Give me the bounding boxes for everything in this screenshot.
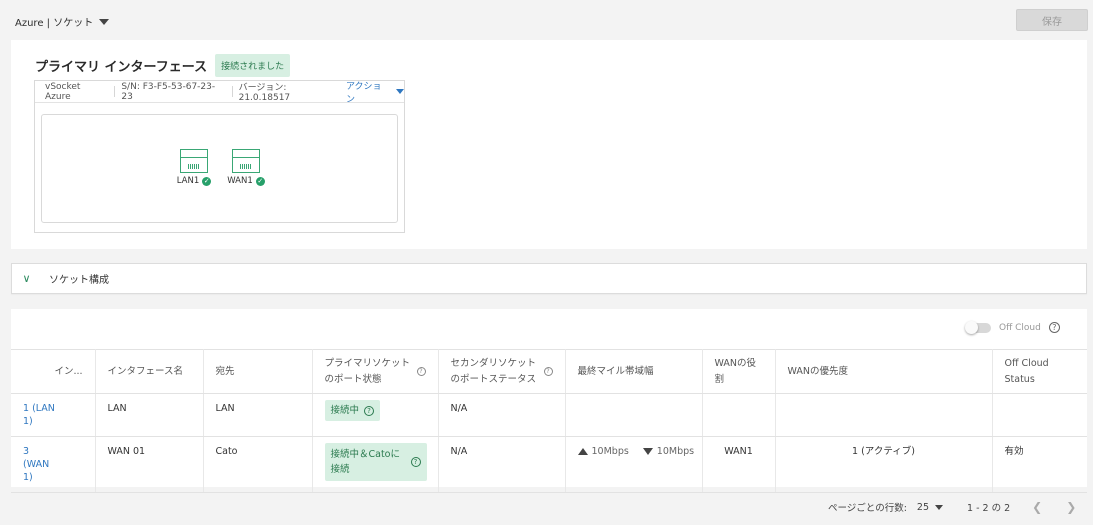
column-header[interactable]: WANの役割: [702, 349, 776, 394]
ports-table-card: Off Cloud ? イン... インタフェース名 宛先 プライマリソケットの…: [11, 309, 1087, 493]
port-label: LAN1: [176, 176, 200, 186]
help-icon[interactable]: ?: [1048, 322, 1060, 333]
primary-interface-card: プライマリ インターフェース 接続されました vSocket Azure S/N…: [11, 40, 1087, 249]
cell-off-cloud-status: [992, 393, 1087, 437]
help-icon[interactable]: ?: [410, 457, 421, 467]
top-bar: Azure | ソケット 保存: [0, 0, 1093, 40]
site-selector-label: Azure | ソケット: [15, 18, 94, 29]
ethernet-port-icon: [232, 149, 260, 173]
device-panel: vSocket Azure S/N: F3-F5-53-67-23-23 バージ…: [34, 80, 405, 233]
pagination: ページごとの行数: 25 1 - 2 の 2 ❮ ❯: [828, 500, 1076, 514]
cell-destination: Cato: [203, 436, 313, 493]
port-index-link[interactable]: 1 (LAN 1): [23, 402, 59, 428]
column-header[interactable]: Off Cloud Status: [992, 349, 1087, 394]
column-header[interactable]: プライマリソケットのポート状態?: [312, 349, 439, 394]
rows-per-page-label: ページごとの行数:: [828, 503, 907, 514]
caret-down-icon: [935, 504, 944, 510]
cell-secondary-status: N/A: [438, 436, 566, 493]
chevron-left-icon[interactable]: ❮: [1032, 500, 1042, 514]
cell-wan-role: [702, 393, 776, 437]
page-title: プライマリ インターフェース: [35, 60, 208, 75]
download-arrow-icon: [642, 448, 653, 455]
port-lan1[interactable]: LAN1 ✓: [172, 149, 216, 186]
status-chip: 接続中＆Catoに接続 ?: [324, 443, 427, 481]
cell-name: WAN 01: [95, 436, 204, 493]
column-header[interactable]: 宛先: [203, 349, 313, 394]
column-header[interactable]: インタフェース名: [95, 349, 204, 394]
divider: [114, 86, 116, 97]
download-bandwidth: 10Mbps: [642, 445, 694, 458]
column-header[interactable]: WANの優先度: [775, 349, 993, 394]
table-row[interactable]: 1 (LAN 1) LAN LAN 接続中 ? N/A: [11, 393, 1087, 437]
chevron-right-icon[interactable]: ❯: [1066, 500, 1076, 514]
off-cloud-toggle-group: Off Cloud ?: [965, 320, 1060, 334]
caret-down-icon: [395, 89, 404, 94]
page-range: 1 - 2 の 2: [967, 503, 1011, 514]
interface-title-row: プライマリ インターフェース 接続されました: [35, 54, 291, 77]
table-header-row: イン... インタフェース名 宛先 プライマリソケットのポート状態? セカンダリ…: [11, 349, 1087, 394]
device-serial: S/N: F3-F5-53-67-23-23: [121, 81, 216, 102]
port-wan1[interactable]: WAN1 ✓: [224, 149, 268, 186]
status-chip: 接続中 ?: [324, 400, 381, 421]
cell-wan-priority: 1 (アクティブ): [775, 436, 993, 493]
caret-down-icon: [99, 18, 110, 25]
port-label: WAN1: [227, 176, 253, 186]
save-button[interactable]: 保存: [1016, 9, 1088, 31]
cell-secondary-status: N/A: [438, 393, 566, 437]
cell-destination: LAN: [203, 393, 313, 437]
off-cloud-label: Off Cloud: [999, 322, 1041, 333]
status-badge: 接続されました: [215, 54, 291, 77]
help-icon[interactable]: ?: [543, 367, 553, 376]
device-ports-diagram: LAN1 ✓ WAN1 ✓: [41, 114, 398, 223]
table-row[interactable]: 3 (WAN 1) WAN 01 Cato 接続中＆Catoに接続 ? N/A …: [11, 436, 1087, 493]
off-cloud-toggle[interactable]: [965, 320, 991, 334]
cell-off-cloud-status: 有効: [992, 436, 1087, 493]
device-header: vSocket Azure S/N: F3-F5-53-67-23-23 バージ…: [35, 79, 404, 105]
cell-wan-priority: [775, 393, 993, 437]
port-index-link[interactable]: 3 (WAN 1): [23, 445, 53, 484]
divider: [231, 86, 233, 97]
ports-table: イン... インタフェース名 宛先 プライマリソケットのポート状態? セカンダリ…: [11, 349, 1087, 493]
help-icon[interactable]: ?: [416, 367, 426, 376]
upload-arrow-icon: [577, 448, 588, 455]
check-circle-icon: ✓: [255, 176, 265, 186]
device-name: vSocket Azure: [45, 81, 81, 102]
cell-name: LAN: [95, 393, 204, 437]
cell-wan-role: WAN1: [702, 436, 776, 493]
column-header[interactable]: 最終マイル帯域幅: [565, 349, 703, 394]
device-version: バージョン: 21.0.18517: [238, 83, 291, 103]
rows-per-page-select[interactable]: 25: [917, 502, 944, 513]
column-header[interactable]: セカンダリソケットのポートステータス?: [438, 349, 566, 394]
site-selector[interactable]: Azure | ソケット: [15, 14, 110, 29]
accordion-label: ソケット構成: [49, 275, 109, 286]
ethernet-port-icon: [180, 149, 208, 173]
column-header[interactable]: イン...: [11, 349, 96, 394]
chevron-down-icon[interactable]: ∨: [12, 264, 41, 293]
action-menu-button[interactable]: アクション: [346, 79, 404, 105]
check-circle-icon: ✓: [202, 176, 212, 186]
upload-bandwidth: 10Mbps: [577, 445, 629, 458]
help-icon[interactable]: ?: [364, 405, 375, 416]
socket-config-accordion[interactable]: ∨ ソケット構成: [11, 263, 1087, 294]
action-label: アクション: [345, 81, 382, 105]
